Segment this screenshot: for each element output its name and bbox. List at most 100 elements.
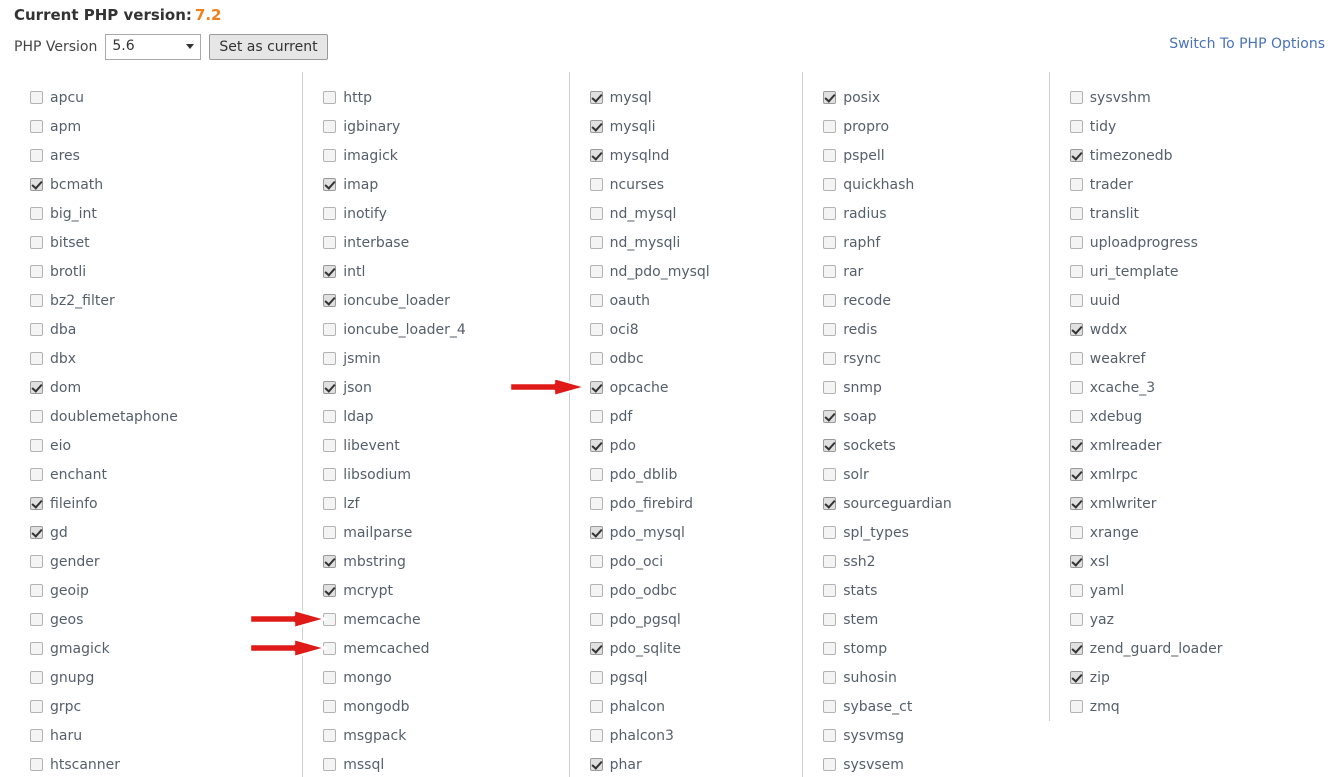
extension-checkbox[interactable] bbox=[30, 294, 43, 307]
extension-item[interactable]: apcu bbox=[30, 83, 302, 112]
extension-checkbox[interactable] bbox=[323, 497, 337, 510]
extension-checkbox[interactable] bbox=[589, 526, 603, 539]
extension-checkbox[interactable] bbox=[589, 497, 603, 510]
extension-checkbox[interactable] bbox=[823, 236, 837, 249]
extension-checkbox[interactable] bbox=[589, 584, 603, 597]
extension-item[interactable]: ssh2 bbox=[823, 547, 1049, 576]
extension-checkbox[interactable] bbox=[823, 526, 837, 539]
extension-item[interactable]: stem bbox=[823, 605, 1049, 634]
extension-checkbox[interactable] bbox=[823, 439, 837, 452]
extension-item[interactable]: mysqli bbox=[589, 112, 803, 141]
extension-item[interactable]: yaml bbox=[1069, 576, 1337, 605]
extension-checkbox[interactable] bbox=[823, 700, 837, 713]
extension-checkbox[interactable] bbox=[589, 149, 603, 162]
extension-item[interactable]: nd_pdo_mysql bbox=[589, 257, 803, 286]
extension-item[interactable]: stats bbox=[823, 576, 1049, 605]
extension-checkbox[interactable] bbox=[30, 149, 43, 162]
extension-item[interactable]: geoip bbox=[30, 576, 302, 605]
extension-checkbox[interactable] bbox=[323, 265, 337, 278]
extension-item[interactable]: xrange bbox=[1069, 518, 1337, 547]
extension-item[interactable]: ares bbox=[30, 141, 302, 170]
extension-item[interactable]: pdo_firebird bbox=[589, 489, 803, 518]
extension-checkbox[interactable] bbox=[589, 758, 603, 771]
extension-item[interactable]: igbinary bbox=[323, 112, 568, 141]
extension-item[interactable]: mysql bbox=[589, 83, 803, 112]
extension-item[interactable]: weakref bbox=[1069, 344, 1337, 373]
extension-checkbox[interactable] bbox=[823, 178, 837, 191]
extension-item[interactable]: mailparse bbox=[323, 518, 568, 547]
extension-item[interactable]: sysvmsg bbox=[823, 721, 1049, 750]
extension-checkbox[interactable] bbox=[1069, 613, 1083, 626]
extension-item[interactable]: spl_types bbox=[823, 518, 1049, 547]
extension-item[interactable]: rar bbox=[823, 257, 1049, 286]
extension-item[interactable]: phalcon bbox=[589, 692, 803, 721]
extension-checkbox[interactable] bbox=[1069, 381, 1083, 394]
extension-checkbox[interactable] bbox=[823, 352, 837, 365]
extension-item[interactable]: big_int bbox=[30, 199, 302, 228]
extension-checkbox[interactable] bbox=[1069, 265, 1083, 278]
extension-checkbox[interactable] bbox=[30, 352, 43, 365]
extension-checkbox[interactable] bbox=[589, 439, 603, 452]
extension-item[interactable]: timezonedb bbox=[1069, 141, 1337, 170]
extension-checkbox[interactable] bbox=[30, 526, 43, 539]
extension-checkbox[interactable] bbox=[589, 642, 603, 655]
extension-item[interactable]: memcache bbox=[323, 605, 568, 634]
extension-item[interactable]: json bbox=[323, 373, 568, 402]
extension-checkbox[interactable] bbox=[323, 584, 337, 597]
extension-item[interactable]: pdo_oci bbox=[589, 547, 803, 576]
extension-checkbox[interactable] bbox=[589, 700, 603, 713]
extension-checkbox[interactable] bbox=[589, 207, 603, 220]
extension-checkbox[interactable] bbox=[323, 294, 337, 307]
extension-checkbox[interactable] bbox=[30, 613, 43, 626]
extension-item[interactable]: uri_template bbox=[1069, 257, 1337, 286]
extension-item[interactable]: jsmin bbox=[323, 344, 568, 373]
extension-item[interactable]: opcache bbox=[589, 373, 803, 402]
extension-checkbox[interactable] bbox=[589, 468, 603, 481]
extension-item[interactable]: mongodb bbox=[323, 692, 568, 721]
extension-checkbox[interactable] bbox=[589, 410, 603, 423]
extension-checkbox[interactable] bbox=[823, 323, 837, 336]
extension-checkbox[interactable] bbox=[823, 642, 837, 655]
extension-item[interactable]: sysvsem bbox=[823, 750, 1049, 777]
extension-checkbox[interactable] bbox=[1069, 700, 1083, 713]
extension-checkbox[interactable] bbox=[823, 468, 837, 481]
extension-checkbox[interactable] bbox=[323, 700, 337, 713]
extension-checkbox[interactable] bbox=[589, 671, 603, 684]
extension-item[interactable]: gnupg bbox=[30, 663, 302, 692]
extension-checkbox[interactable] bbox=[323, 468, 337, 481]
extension-checkbox[interactable] bbox=[30, 584, 43, 597]
extension-item[interactable]: interbase bbox=[323, 228, 568, 257]
extension-checkbox[interactable] bbox=[323, 642, 337, 655]
extension-checkbox[interactable] bbox=[323, 178, 337, 191]
extension-item[interactable]: bcmath bbox=[30, 170, 302, 199]
extension-item[interactable]: pdo_sqlite bbox=[589, 634, 803, 663]
extension-checkbox[interactable] bbox=[30, 91, 43, 104]
extension-item[interactable]: sourceguardian bbox=[823, 489, 1049, 518]
extension-checkbox[interactable] bbox=[823, 294, 837, 307]
extension-item[interactable]: mbstring bbox=[323, 547, 568, 576]
extension-checkbox[interactable] bbox=[323, 555, 337, 568]
extension-item[interactable]: eio bbox=[30, 431, 302, 460]
extension-item[interactable]: pdo_odbc bbox=[589, 576, 803, 605]
extension-item[interactable]: zmq bbox=[1069, 692, 1337, 721]
extension-item[interactable]: http bbox=[323, 83, 568, 112]
extension-item[interactable]: nd_mysql bbox=[589, 199, 803, 228]
extension-item[interactable]: posix bbox=[823, 83, 1049, 112]
extension-item[interactable]: gd bbox=[30, 518, 302, 547]
extension-checkbox[interactable] bbox=[1069, 497, 1083, 510]
extension-item[interactable]: mcrypt bbox=[323, 576, 568, 605]
extension-item[interactable]: xcache_3 bbox=[1069, 373, 1337, 402]
extension-item[interactable]: zend_guard_loader bbox=[1069, 634, 1337, 663]
extension-item[interactable]: xmlwriter bbox=[1069, 489, 1337, 518]
extension-checkbox[interactable] bbox=[323, 381, 337, 394]
extension-item[interactable]: pdo_mysql bbox=[589, 518, 803, 547]
extension-item[interactable]: odbc bbox=[589, 344, 803, 373]
extension-checkbox[interactable] bbox=[1069, 178, 1083, 191]
extension-checkbox[interactable] bbox=[30, 700, 43, 713]
extension-checkbox[interactable] bbox=[323, 323, 337, 336]
extension-item[interactable]: sybase_ct bbox=[823, 692, 1049, 721]
extension-item[interactable]: ncurses bbox=[589, 170, 803, 199]
extension-checkbox[interactable] bbox=[323, 91, 337, 104]
extension-checkbox[interactable] bbox=[823, 584, 837, 597]
php-version-select[interactable]: 5.6 bbox=[105, 34, 202, 60]
